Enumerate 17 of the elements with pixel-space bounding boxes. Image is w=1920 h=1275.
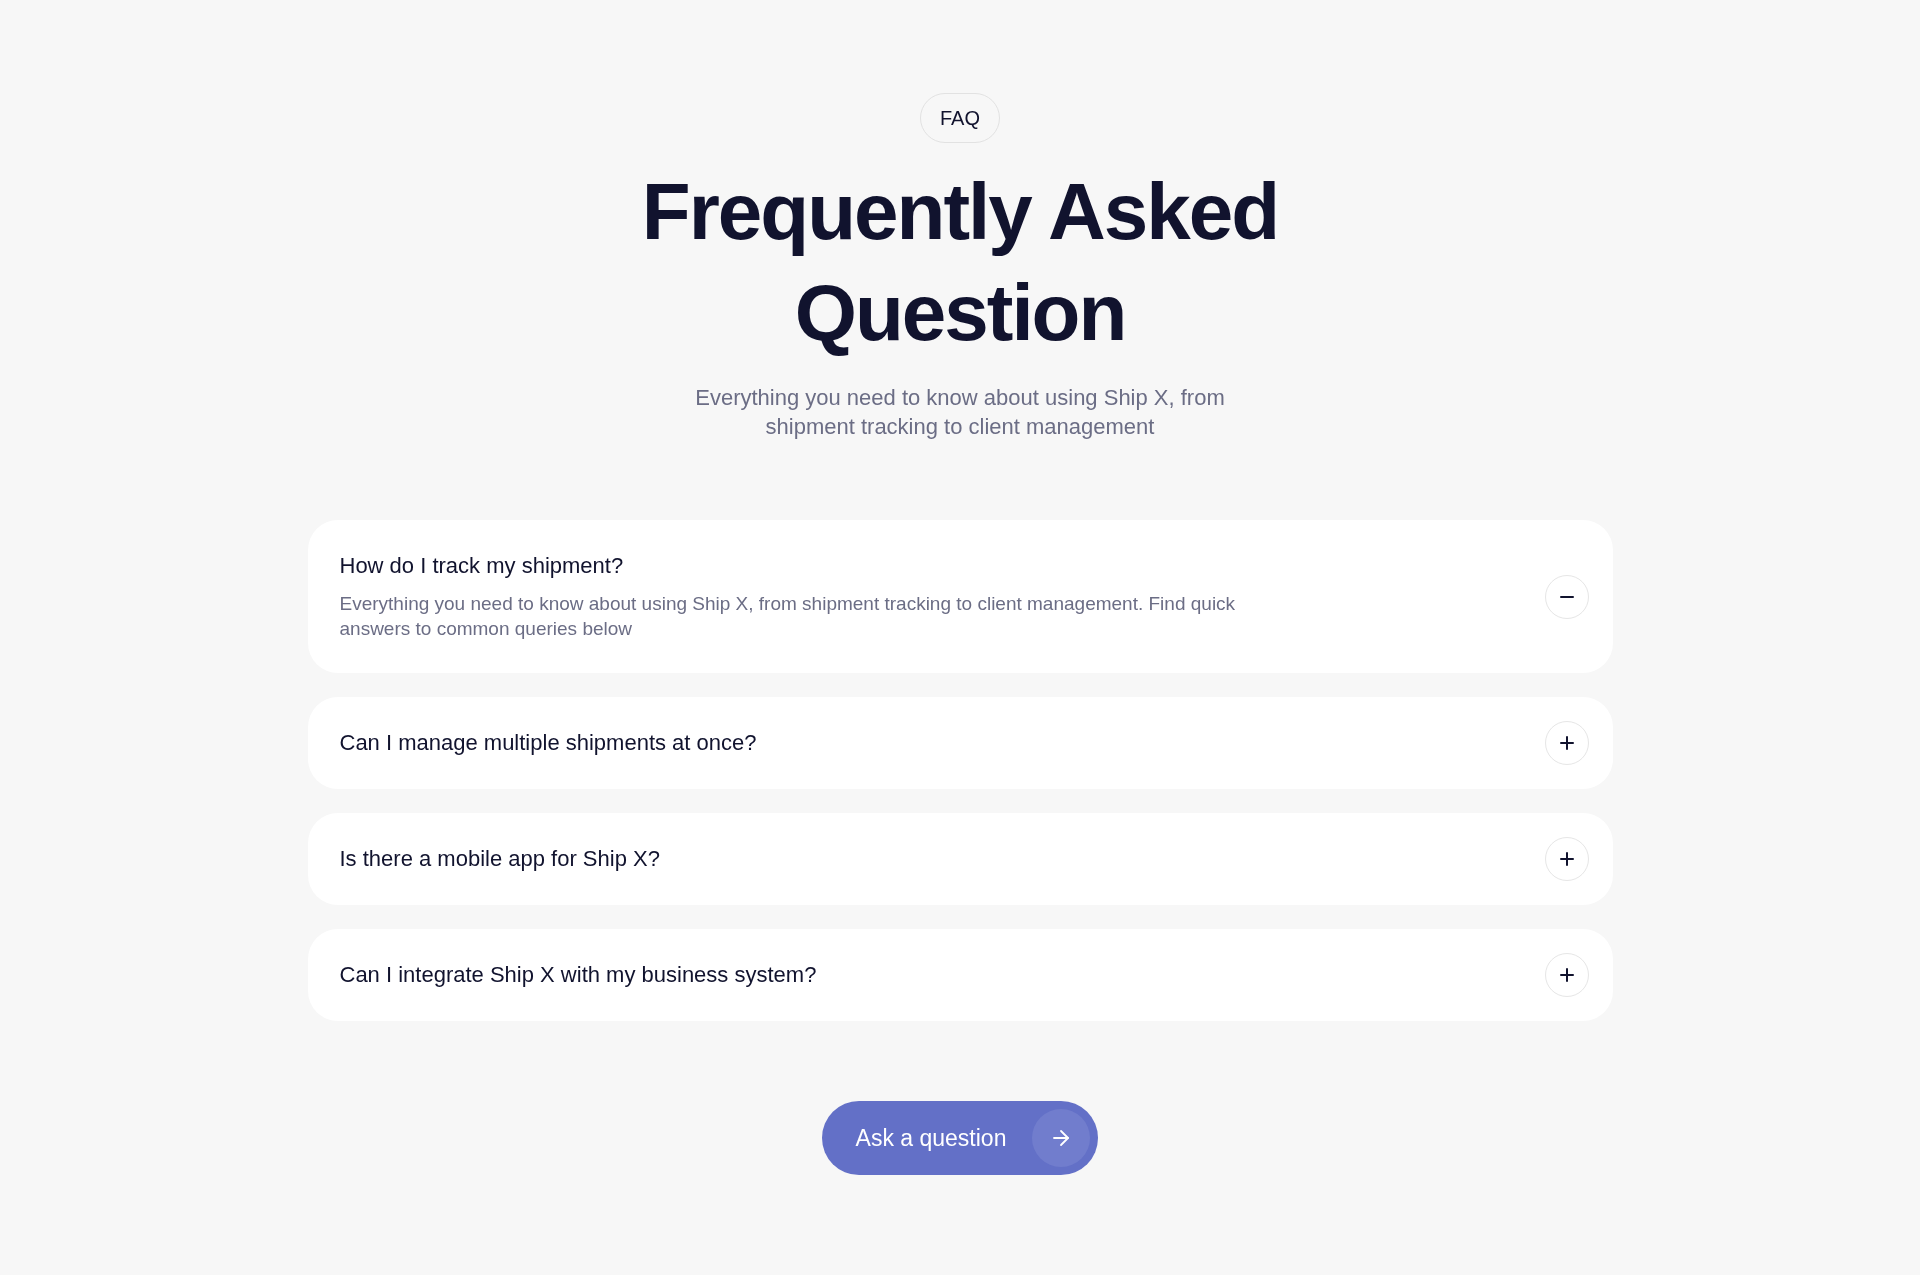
faq-question[interactable]: How do I track my shipment?	[339, 552, 1270, 580]
arrow-right-icon	[1032, 1109, 1091, 1167]
plus-icon	[1559, 852, 1574, 866]
expand-toggle[interactable]	[1544, 837, 1589, 881]
expand-toggle[interactable]	[1544, 953, 1589, 997]
page-title: Frequently Asked Question	[640, 166, 1280, 359]
page-subtitle: Everything you need to know about using Ship X, from shipment tracking to client management	[694, 384, 1226, 441]
ask-question-button[interactable]: Ask a question	[821, 1101, 1099, 1175]
plus-icon	[1559, 736, 1574, 750]
faq-answer: Everything you need to know about using Ship X, from shipment tracking to client management. Find quick answers to common queries below	[339, 592, 1237, 641]
section-badge: FAQ	[920, 93, 1000, 143]
faq-question[interactable]: Can I manage multiple shipments at once?	[339, 729, 757, 757]
faq-question[interactable]: Can I integrate Ship X with my business system?	[339, 961, 817, 989]
expand-toggle[interactable]	[1544, 721, 1589, 765]
faq-question[interactable]: Is there a mobile app for Ship X?	[339, 845, 660, 873]
plus-icon	[1559, 968, 1574, 982]
minus-icon	[1559, 595, 1574, 598]
